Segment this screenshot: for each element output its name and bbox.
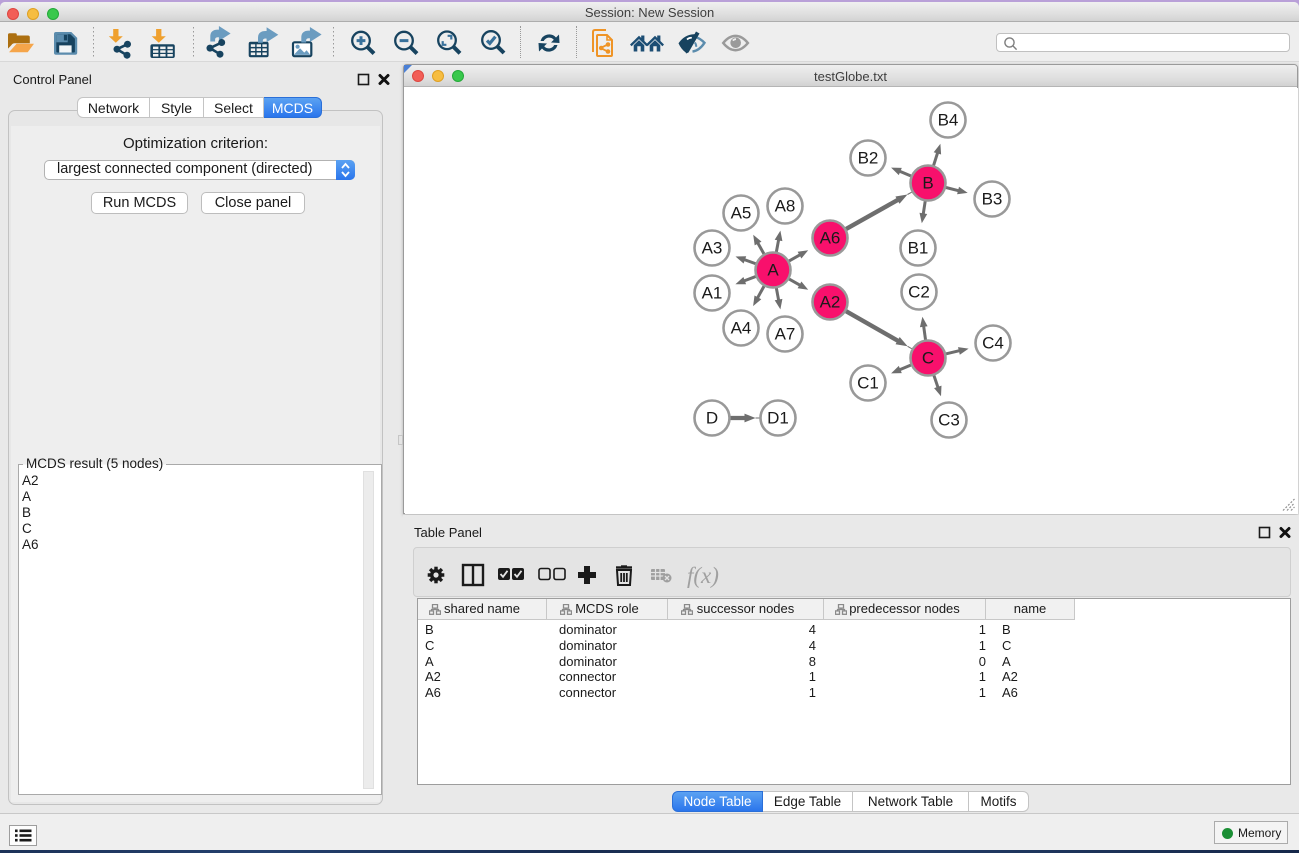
svg-text:A: A xyxy=(767,261,779,280)
svg-text:A4: A4 xyxy=(731,319,752,338)
svg-text:B3: B3 xyxy=(982,190,1003,209)
svg-text:A5: A5 xyxy=(731,204,752,223)
svg-text:C3: C3 xyxy=(938,411,960,430)
svg-text:B1: B1 xyxy=(908,239,929,258)
svg-text:C1: C1 xyxy=(857,374,879,393)
svg-text:C: C xyxy=(922,349,934,368)
svg-text:D1: D1 xyxy=(767,409,789,428)
svg-text:B2: B2 xyxy=(858,149,879,168)
svg-text:A1: A1 xyxy=(702,284,723,303)
svg-text:C4: C4 xyxy=(982,334,1004,353)
svg-text:A3: A3 xyxy=(702,239,723,258)
svg-text:A7: A7 xyxy=(775,325,796,344)
svg-text:A6: A6 xyxy=(820,229,841,248)
svg-text:D: D xyxy=(706,409,718,428)
svg-text:B: B xyxy=(922,174,933,193)
svg-text:f(x): f(x) xyxy=(687,563,719,588)
svg-text:A8: A8 xyxy=(775,197,796,216)
svg-text:C2: C2 xyxy=(908,283,930,302)
svg-text:A2: A2 xyxy=(820,293,841,312)
svg-text:B4: B4 xyxy=(938,111,959,130)
